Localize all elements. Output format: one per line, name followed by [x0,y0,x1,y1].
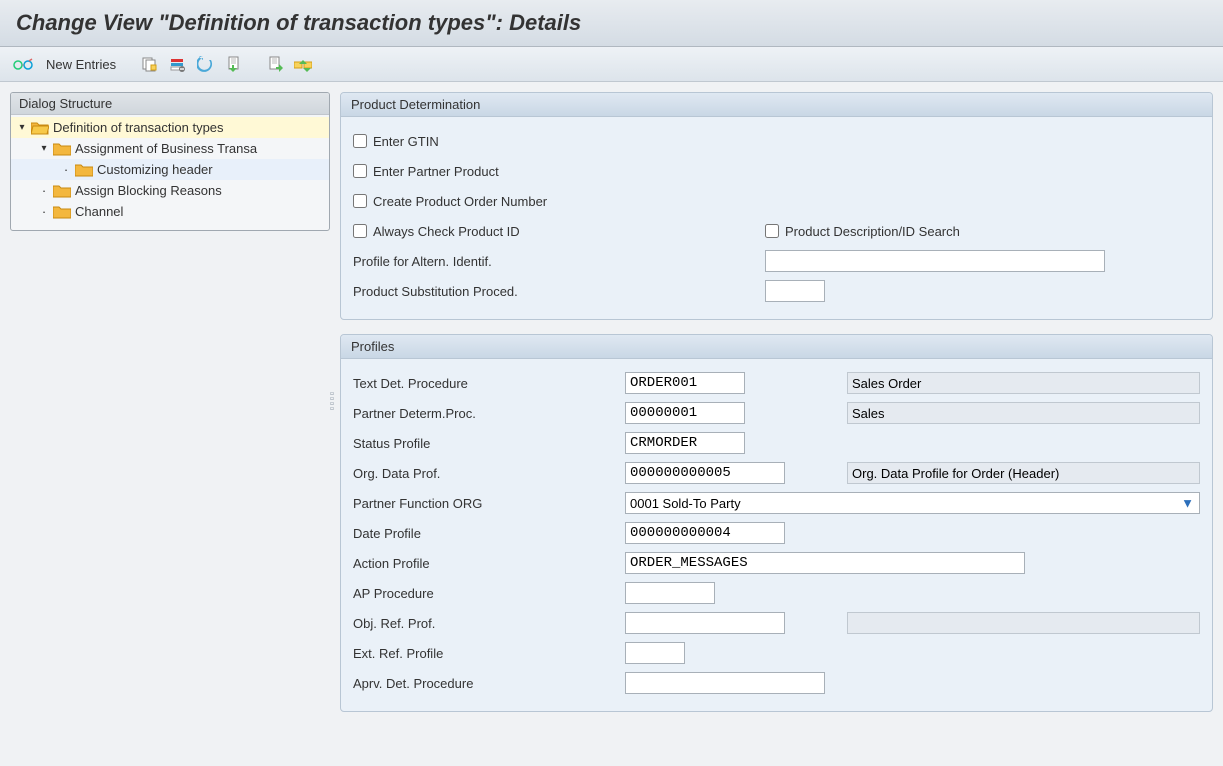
field-label: Profile for Altern. Identif. [353,254,753,269]
text-det-desc [847,372,1200,394]
tree-label: Customizing header [97,162,213,177]
collapse-icon[interactable]: ▾ [17,122,27,133]
ext-ref-input[interactable] [625,642,685,664]
field-label: Partner Determ.Proc. [353,406,613,421]
undo-icon[interactable] [194,53,216,75]
sidebar-header: Dialog Structure [11,93,329,115]
desc-search-checkbox[interactable]: Product Description/ID Search [765,224,1200,239]
delete-icon[interactable] [166,53,188,75]
tree-item-definition[interactable]: ▾ Definition of transaction types [11,117,329,138]
folder-icon [53,142,71,156]
tree-item-customizing[interactable]: · Customizing header [11,159,329,180]
checkbox-label: Always Check Product ID [373,224,520,239]
field-label: Text Det. Procedure [353,376,613,391]
toolbar: New Entries [0,47,1223,82]
partner-func-input[interactable] [625,492,1200,514]
folder-icon [75,163,93,177]
panel-header: Product Determination [341,93,1212,117]
transport-icon[interactable] [292,53,314,75]
ap-procedure-input[interactable] [625,582,715,604]
checkbox-input[interactable] [765,224,779,238]
field-label: Date Profile [353,526,613,541]
splitter-handle[interactable]: ▫▫▫▫ [330,392,335,412]
partner-func-select[interactable]: ▼ [625,492,1200,514]
field-label: Partner Function ORG [353,496,613,511]
partner-det-input[interactable] [625,402,745,424]
tree-item-assignment[interactable]: ▾ Assignment of Business Transa [11,138,329,159]
leaf-icon: · [39,183,49,198]
checkbox-input[interactable] [353,194,367,208]
folder-icon [53,205,71,219]
tree-label: Channel [75,204,123,219]
new-entries-button[interactable]: New Entries [40,55,122,74]
field-label: AP Procedure [353,586,613,601]
profile-altern-input[interactable] [765,250,1105,272]
enter-partner-checkbox[interactable]: Enter Partner Product [353,164,613,179]
folder-open-icon [31,121,49,135]
tree-item-blocking[interactable]: · Assign Blocking Reasons [11,180,329,201]
field-label: Status Profile [353,436,613,451]
next-icon[interactable] [264,53,286,75]
partner-det-desc [847,402,1200,424]
checkbox-input[interactable] [353,224,367,238]
leaf-icon: · [39,204,49,219]
create-pon-checkbox[interactable]: Create Product Order Number [353,194,613,209]
checkbox-input[interactable] [353,164,367,178]
aprv-det-input[interactable] [625,672,825,694]
field-label: Org. Data Prof. [353,466,613,481]
checkbox-label: Create Product Order Number [373,194,547,209]
leaf-icon: · [61,162,71,177]
enter-gtin-checkbox[interactable]: Enter GTIN [353,134,613,149]
field-label: Aprv. Det. Procedure [353,676,613,691]
field-label: Product Substitution Proced. [353,284,753,299]
previous-icon[interactable] [222,53,244,75]
action-profile-input[interactable] [625,552,1025,574]
always-check-checkbox[interactable]: Always Check Product ID [353,224,753,239]
checkbox-input[interactable] [353,134,367,148]
checkbox-label: Enter GTIN [373,134,439,149]
status-profile-input[interactable] [625,432,745,454]
text-det-input[interactable] [625,372,745,394]
collapse-icon[interactable]: ▾ [39,143,49,154]
tree-item-channel[interactable]: · Channel [11,201,329,222]
field-label: Ext. Ref. Profile [353,646,613,661]
dialog-structure-sidebar: Dialog Structure ▾ Definition of transac… [10,92,330,231]
folder-icon [53,184,71,198]
tree-label: Assignment of Business Transa [75,141,257,156]
org-data-input[interactable] [625,462,785,484]
tree-label: Assign Blocking Reasons [75,183,222,198]
subst-proced-input[interactable] [765,280,825,302]
product-determination-panel: Product Determination Enter GTIN Enter P… [340,92,1213,320]
field-label: Action Profile [353,556,613,571]
field-label: Obj. Ref. Prof. [353,616,613,631]
date-profile-input[interactable] [625,522,785,544]
page-title: Change View "Definition of transaction t… [0,0,1223,47]
tree-label: Definition of transaction types [53,120,224,135]
copy-icon[interactable] [138,53,160,75]
checkbox-label: Enter Partner Product [373,164,499,179]
obj-ref-input[interactable] [625,612,785,634]
profiles-panel: Profiles Text Det. Procedure Partner Det… [340,334,1213,712]
checkbox-label: Product Description/ID Search [785,224,960,239]
panel-header: Profiles [341,335,1212,359]
org-data-desc [847,462,1200,484]
obj-ref-desc [847,612,1200,634]
glasses-icon[interactable] [12,53,34,75]
